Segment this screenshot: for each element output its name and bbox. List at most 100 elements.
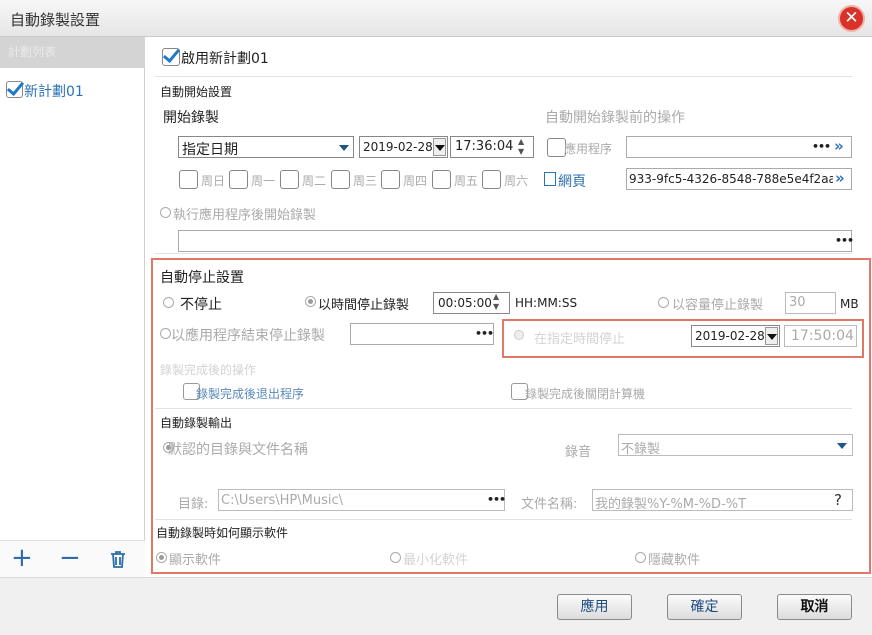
- filename-input[interactable]: 我的錄製%Y-%M-%D-%T ?: [592, 489, 853, 512]
- web-checkbox[interactable]: [544, 172, 556, 186]
- date-dropdown-button[interactable]: [433, 138, 446, 156]
- no-stop-label: 不停止: [180, 297, 222, 313]
- exit-app-label: 錄製完成後退出程序: [196, 387, 305, 401]
- minus-icon: −: [59, 543, 81, 573]
- start-date-picker[interactable]: 2019-02-28: [359, 136, 448, 158]
- size-unit-label: MB: [840, 297, 859, 311]
- default-output-label: 默認的目錄與文件名稱: [168, 442, 308, 458]
- start-time-input[interactable]: 17:36:04 ▲ ▼: [450, 136, 534, 158]
- end-date-value: 2019-02-28: [695, 329, 765, 343]
- app-label: 應用程序: [564, 142, 613, 156]
- weekday-wed-checkbox[interactable]: [331, 170, 350, 189]
- stop-app-path-input[interactable]: •••: [350, 323, 494, 345]
- web-label: 網頁: [558, 174, 586, 190]
- browse-icon[interactable]: •••: [487, 493, 506, 506]
- weekday-sun-label: 周日: [201, 174, 226, 188]
- remove-plan-button[interactable]: −: [59, 543, 81, 573]
- stop-by-time-radio[interactable]: [305, 296, 316, 307]
- weekday-wed-label: 周三: [353, 174, 378, 188]
- dir-value: C:\Users\HP\Music\: [221, 493, 343, 508]
- add-plan-button[interactable]: +: [11, 543, 33, 573]
- weekday-mon-checkbox[interactable]: [229, 170, 248, 189]
- minimize-app-label: 最小化軟件: [403, 553, 469, 568]
- stop-by-size-radio[interactable]: [658, 297, 669, 308]
- weekday-thu-label: 周四: [403, 174, 428, 188]
- weekday-mon-label: 周一: [251, 174, 276, 188]
- trash-icon: [111, 551, 125, 568]
- exec-start-path-input[interactable]: •••: [178, 230, 854, 252]
- divider: [155, 253, 852, 254]
- sidebar-header: 計劃列表: [0, 37, 145, 68]
- stop-size-input[interactable]: 30: [785, 292, 836, 314]
- weekday-sat-label: 周六: [504, 174, 529, 188]
- help-icon[interactable]: ?: [834, 491, 842, 509]
- stop-by-time-label: 以時間停止錄製: [318, 298, 410, 313]
- weekday-sun-checkbox[interactable]: [179, 170, 198, 189]
- end-at-radio[interactable]: [514, 330, 524, 340]
- stop-by-size-label: 以容量停止錄製: [672, 298, 764, 313]
- apply-button[interactable]: 應用: [557, 594, 632, 620]
- weekday-tue-checkbox[interactable]: [280, 170, 299, 189]
- time-spinner-icon[interactable]: ▲ ▼: [518, 137, 524, 157]
- close-button[interactable]: ✕: [838, 5, 865, 32]
- cancel-button[interactable]: 取消: [777, 594, 852, 620]
- exec-start-label: 執行應用程序後開始錄製: [173, 208, 317, 223]
- dir-input[interactable]: C:\Users\HP\Music\ •••: [218, 489, 506, 511]
- chevron-down-icon: [767, 334, 777, 340]
- web-url-input[interactable]: 933-9fc5-4326-8548-788e5e4f2aa2 »: [626, 168, 852, 190]
- start-mode-value: 指定日期: [182, 142, 238, 158]
- hide-app-radio[interactable]: [635, 552, 646, 563]
- browse-icon[interactable]: •••: [475, 327, 494, 340]
- audio-value: 不錄製: [621, 442, 661, 457]
- browse-icon[interactable]: •••: [812, 140, 831, 153]
- show-app-radio[interactable]: [156, 552, 167, 563]
- filename-value: 我的錄製%Y-%M-%D-%T: [595, 497, 747, 512]
- sidebar: [0, 37, 145, 577]
- end-time-value: 17:50:04: [791, 328, 854, 344]
- double-chevron-right-icon[interactable]: »: [833, 169, 845, 187]
- chevron-down-icon: [435, 145, 445, 151]
- close-icon: ✕: [844, 8, 859, 28]
- weekday-tue-label: 周二: [302, 174, 327, 188]
- time-format-label: HH:MM:SS: [515, 296, 578, 310]
- start-mode-select[interactable]: 指定日期: [178, 136, 354, 158]
- end-at-label: 在指定時間停止: [534, 332, 626, 347]
- shutdown-label: 錄製完成後關閉計算機: [525, 387, 646, 401]
- auto-start-title: 自動開始設置: [160, 85, 233, 99]
- time-spinner-icon[interactable]: ▲ ▼: [493, 292, 499, 312]
- start-time-value: 17:36:04: [455, 139, 514, 154]
- double-chevron-right-icon[interactable]: »: [834, 137, 844, 155]
- end-time-input[interactable]: 17:50:04: [784, 325, 857, 347]
- display-title: 自動錄製時如何顯示軟件: [156, 526, 289, 540]
- stop-time-value: 00:05:00: [438, 296, 492, 310]
- app-path-input[interactable]: ••• »: [626, 136, 852, 158]
- stop-by-app-radio[interactable]: [160, 328, 171, 339]
- no-stop-radio[interactable]: [163, 297, 174, 308]
- end-date-picker[interactable]: 2019-02-28: [691, 325, 780, 347]
- chevron-down-icon: [837, 443, 847, 449]
- minimize-app-radio[interactable]: [390, 552, 401, 563]
- audio-select[interactable]: 不錄製: [618, 434, 853, 457]
- divider: [155, 519, 852, 520]
- filename-label: 文件名稱:: [521, 497, 578, 512]
- enable-plan-label: 啟用新計劃01: [181, 51, 269, 67]
- sidebar-item-plan[interactable]: 新計劃01: [24, 81, 84, 101]
- stop-by-app-label: 以應用程序結束停止錄製: [171, 328, 325, 344]
- title-bar: [0, 0, 872, 37]
- start-date-value: 2019-02-28: [363, 140, 433, 154]
- ok-button[interactable]: 確定: [667, 594, 742, 620]
- plan-checkbox[interactable]: [6, 81, 23, 98]
- weekday-sat-checkbox[interactable]: [482, 170, 501, 189]
- exec-start-radio[interactable]: [160, 207, 171, 218]
- delete-plan-button[interactable]: [108, 549, 128, 573]
- window-title: 自動錄製設置: [10, 11, 101, 29]
- date-dropdown-button[interactable]: [765, 327, 778, 345]
- web-url-value: 933-9fc5-4326-8548-788e5e4f2aa2: [629, 172, 844, 186]
- weekday-thu-checkbox[interactable]: [381, 170, 400, 189]
- divider: [155, 76, 852, 77]
- weekday-fri-checkbox[interactable]: [432, 170, 451, 189]
- enable-plan-checkbox[interactable]: [162, 48, 180, 66]
- stop-size-value: 30: [789, 295, 806, 310]
- browse-icon[interactable]: •••: [835, 234, 854, 247]
- start-label: 開始錄製: [163, 110, 219, 126]
